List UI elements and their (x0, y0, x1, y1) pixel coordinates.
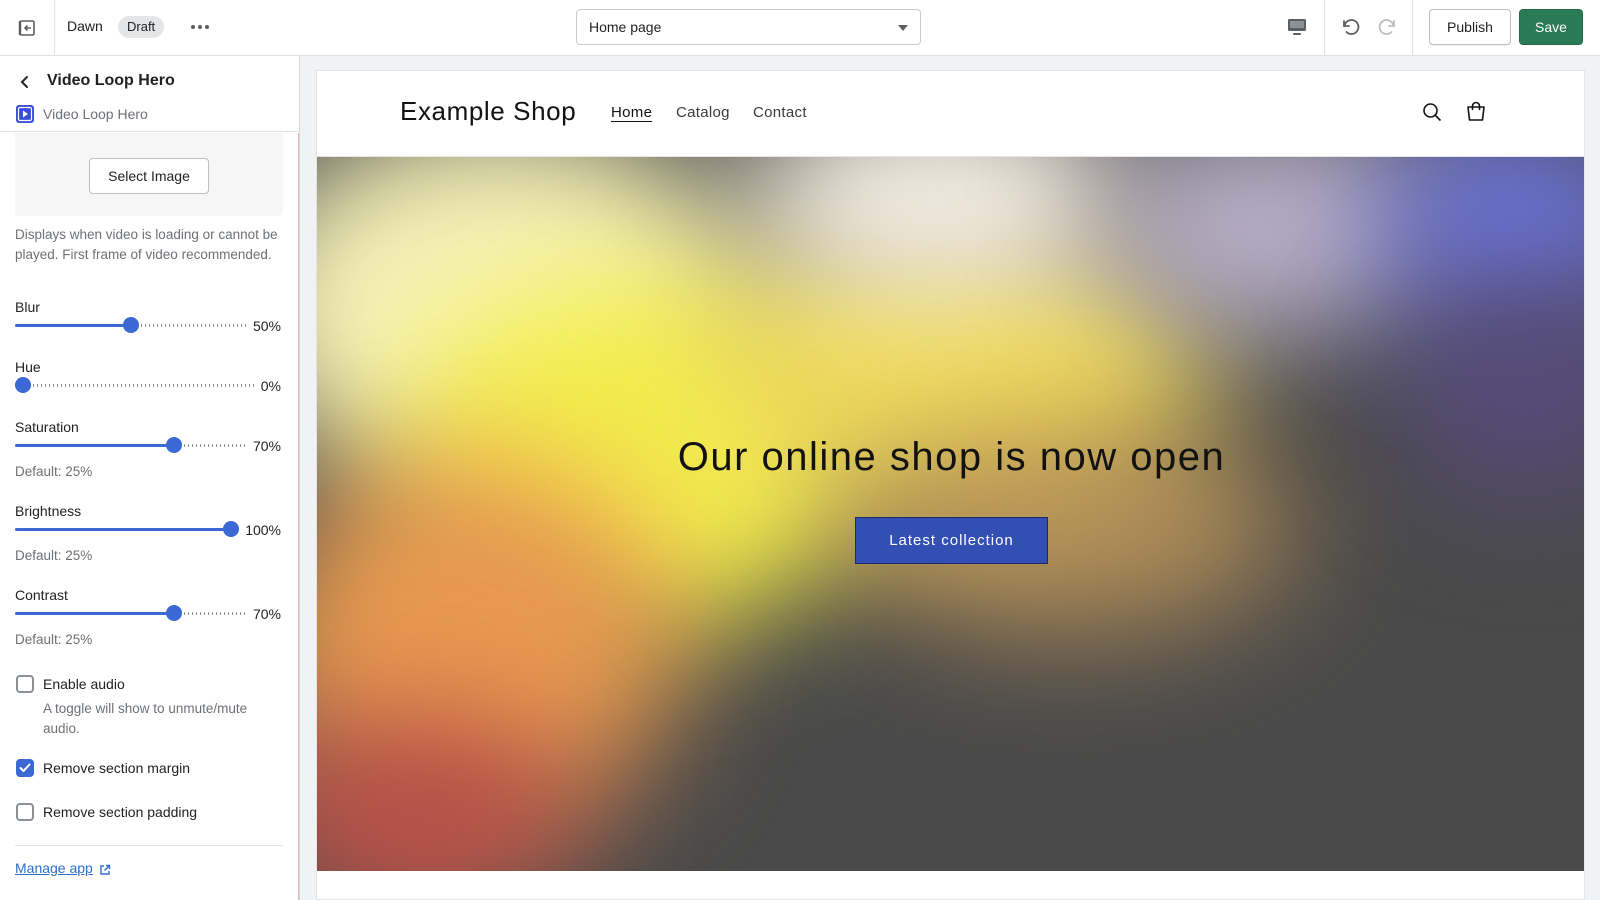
desktop-icon (1288, 19, 1306, 35)
saturation-default: Default: 25% (15, 464, 93, 479)
image-picker: Select Image (15, 133, 283, 216)
desktop-view-button[interactable] (1284, 14, 1310, 40)
remove-section-padding-label: Remove section padding (43, 804, 198, 820)
divider (1324, 0, 1325, 55)
blur-value: 50% (252, 318, 281, 334)
settings-sidebar: Video Loop Hero Video Loop Hero Select I… (0, 56, 300, 900)
redo-icon (1378, 19, 1395, 35)
brightness-slider[interactable] (15, 521, 239, 537)
nav-home[interactable]: Home (611, 104, 652, 121)
brightness-label: Brightness (15, 503, 82, 519)
app-name: Video Loop Hero (43, 106, 148, 122)
checkmark-icon (19, 763, 31, 772)
app-icon (16, 105, 34, 123)
store-search-button[interactable] (1419, 99, 1445, 125)
blur-slider-thumb[interactable] (123, 317, 139, 333)
divider (15, 845, 283, 846)
image-help-text: Displays when video is loading or cannot… (15, 227, 278, 262)
hue-slider-thumb[interactable] (15, 377, 31, 393)
contrast-value: 70% (252, 606, 281, 622)
hue-label: Hue (15, 359, 41, 375)
saturation-slider[interactable] (15, 437, 247, 453)
remove-section-margin-checkbox[interactable] (16, 759, 34, 777)
hero-heading: Our online shop is now open (677, 435, 1226, 479)
saturation-value: 70% (252, 438, 281, 454)
chevron-left-icon (20, 76, 28, 88)
brightness-value: 100% (245, 522, 281, 538)
remove-section-padding-checkbox[interactable] (16, 803, 34, 821)
remove-section-margin-label: Remove section margin (43, 760, 191, 776)
settings-panel[interactable]: Select Image Displays when video is load… (0, 133, 299, 900)
save-button[interactable]: Save (1519, 9, 1583, 45)
store-header: Example Shop Home Catalog Contact (317, 71, 1584, 157)
contrast-slider-thumb[interactable] (166, 605, 183, 621)
manage-app-link[interactable]: Manage app (15, 860, 93, 876)
exit-icon (18, 19, 35, 36)
hue-slider[interactable] (15, 377, 256, 393)
shop-logo-text[interactable]: Example Shop (400, 96, 576, 127)
blur-label: Blur (15, 299, 40, 315)
nav-catalog[interactable]: Catalog (676, 104, 730, 121)
enable-audio-checkbox[interactable] (16, 675, 34, 693)
page-selector-value: Home page (589, 19, 662, 35)
exit-button[interactable] (0, 0, 55, 55)
brightness-default: Default: 25% (15, 548, 93, 563)
nav-contact[interactable]: Contact (753, 104, 807, 121)
hue-value: 0% (260, 378, 281, 394)
status-badge: Draft (118, 16, 165, 38)
latest-collection-button[interactable]: Latest collection (855, 517, 1048, 564)
enable-audio-label: Enable audio (43, 676, 125, 692)
editor-topbar: Dawn Draft Home page Publish Save (0, 0, 1600, 56)
store-cart-button[interactable] (1463, 99, 1489, 125)
contrast-label: Contrast (15, 587, 68, 603)
saturation-label: Saturation (15, 419, 79, 435)
redo-button[interactable] (1373, 13, 1401, 41)
saturation-slider-thumb[interactable] (166, 437, 183, 453)
enable-audio-help: A toggle will show to unmute/mute audio. (43, 701, 248, 736)
video-hero: Our online shop is now open Latest colle… (317, 157, 1584, 871)
blur-slider[interactable] (15, 317, 247, 333)
brightness-slider-thumb[interactable] (223, 521, 239, 537)
select-image-button[interactable]: Select Image (89, 158, 209, 194)
publish-button[interactable]: Publish (1429, 9, 1511, 45)
sidebar-header: Video Loop Hero Video Loop Hero (0, 56, 299, 132)
external-link-icon (100, 864, 111, 875)
store-preview: Example Shop Home Catalog Contact Our on… (316, 70, 1585, 900)
theme-name: Dawn (67, 18, 103, 34)
cart-icon (1467, 101, 1485, 121)
contrast-slider[interactable] (15, 605, 247, 621)
divider (1412, 0, 1413, 55)
contrast-default: Default: 25% (15, 632, 93, 647)
undo-icon (1343, 19, 1360, 35)
manage-app-label: Manage app (15, 860, 93, 876)
more-actions-button[interactable] (186, 16, 214, 38)
caret-down-icon (898, 25, 908, 31)
back-button[interactable] (14, 71, 36, 93)
undo-button[interactable] (1337, 13, 1365, 41)
page-selector[interactable]: Home page (576, 9, 921, 45)
section-title: Video Loop Hero (47, 72, 175, 89)
ellipsis-icon (191, 25, 209, 29)
search-icon (1423, 103, 1442, 122)
